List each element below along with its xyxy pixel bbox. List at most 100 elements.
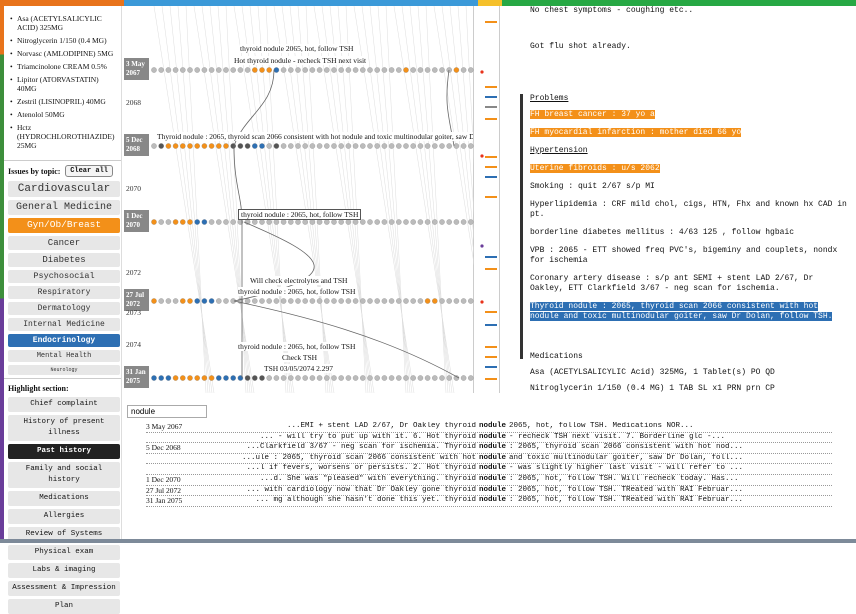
visit-issue-dot [424,375,431,381]
medication-item[interactable]: Atenolol 50MG [10,110,117,119]
visit-issue-dot [453,298,460,304]
section-button[interactable]: Past history [8,444,120,459]
visit-issue-dot [345,298,352,304]
visit-issue-dot [194,375,200,381]
topic-button[interactable]: Cancer [8,235,120,250]
visit-issue-dot [266,298,272,304]
search-input[interactable] [127,405,207,418]
kwic-keyword: nodule [479,496,507,505]
topic-button[interactable]: Internal Medicine [8,318,120,331]
section-list: Chief complaint History of present illnes… [4,397,121,614]
visit-issue-dot [288,67,294,73]
visit-issue-dot [460,219,467,225]
section-button[interactable]: Labs & imaging [8,563,120,578]
topic-button[interactable]: Neurology [8,365,120,375]
timeline-note[interactable]: thyroid nodule : 2065, hot, follow TSH [238,342,356,351]
kwic-row[interactable]: 5 Dec 2068 ...Clarkfield 3/67 - neg scan … [146,443,832,454]
medication-item[interactable]: Hctz (HYDROCHLOROTHIAZIDE) 25MG [10,123,117,150]
visit-issue-dot [417,219,424,225]
highlight-heading: Highlight section: [4,378,121,397]
visit-issue-dot [201,219,208,225]
visit-issue-dot [446,298,452,304]
visit-issue-dot [266,67,272,73]
visit-issue-dot [410,67,416,73]
medication-item[interactable]: Nitroglycerin 1/150 (0.4 MG) [10,36,117,45]
problem-item-highlighted[interactable]: Thyroid nodule : 2065, thyroid scan 2066… [530,302,833,321]
visit-issue-dot [223,67,229,73]
minimap-marker [485,176,497,178]
visit-issue-dot [201,67,208,73]
timeline-panel[interactable]: 3 May 2067 5 Dec 2068 1 Dec 2070 27 Jul 2072… [124,6,474,393]
topic-button[interactable]: Psychosocial [8,269,120,283]
kwic-row[interactable]: 27 Jul 2072 ... with cardiology now that … [146,486,832,497]
visit-date-tab[interactable]: 1 Dec 2070 [124,210,149,232]
topic-button[interactable]: Cardiovascular [8,181,120,197]
section-button[interactable]: Chief complaint [8,397,120,412]
medication-item[interactable]: Norvasc (AMLODIPINE) 5MG [10,49,117,58]
visit-issue-dot [446,143,452,149]
note-document[interactable]: No chest symptoms - coughing etc.. Got f… [502,6,856,393]
kwic-row[interactable]: 31 Jan 2075 ... mg although she hasn't do… [146,496,832,507]
section-button[interactable]: Assessment & Impression [8,581,120,596]
kwic-row[interactable]: ... - will try to put up with it. 6. Hot… [146,433,832,444]
topic-button[interactable]: Mental Health [8,350,120,362]
document-minimap[interactable] [477,6,500,393]
visit-issue-dot [374,143,380,149]
visit-issue-dot [273,375,280,381]
topic-button[interactable]: Gyn/Ob/Breast [8,218,120,233]
topic-button[interactable]: Endocrinology [8,334,120,347]
medication-item[interactable]: Lipitor (ATORVASTATIN) 40MG [10,75,117,93]
visit-issue-dot [432,298,438,304]
kwic-row[interactable]: ...l if fevers, worsens or persists. 2. … [146,464,832,475]
visit-issue-dot [244,67,251,73]
timeline-note[interactable]: thyroid nodule : 2065, hot, follow TSH [238,287,356,296]
timeline-note[interactable]: TSH 03/05/2074 2.297 [264,364,333,373]
problem-item-highlighted[interactable]: FH breast cancer : 37 yo a [530,110,655,119]
timeline-note[interactable]: Will check electrolytes and TSH [250,276,348,285]
kwic-date: 27 Jul 2072 [146,485,182,495]
visit-issue-dot [324,375,330,381]
visit-date-tab[interactable]: 31 Jan 2075 [124,366,149,388]
visit-date-tab[interactable]: 3 May 2067 [124,58,149,80]
kwic-row[interactable]: ...ule : 2065, thyroid scan 2066 consist… [146,454,832,465]
timeline-note[interactable]: Thyroid nodule : 2065, thyroid scan 2066… [157,132,473,141]
visit-issue-dot [468,375,474,381]
section-button[interactable]: Medications [8,491,120,506]
visit-issue-dot [352,67,359,73]
section-button[interactable]: History of present illness [8,415,120,441]
section-button[interactable]: Family and social history [8,462,120,488]
section-button[interactable]: Allergies [8,509,120,524]
visit-issue-dot [403,219,409,225]
kwic-keyword: nodule [479,422,507,430]
minimap-marker [485,196,497,198]
visit-issue-dot [352,298,359,304]
visit-issue-dot [432,67,438,73]
medication-item[interactable]: Asa (ACETYLSALICYLIC ACID) 325MG [10,14,117,32]
topic-button[interactable]: Respiratory [8,286,120,299]
topic-button[interactable]: Dermatology [8,302,120,315]
problem-item-highlighted[interactable]: FH myocardial infarction : mother died 6… [530,128,742,137]
kwic-keyword: nodule [479,443,507,452]
problem-item-highlighted[interactable]: Uterine fibroids : u/s 2062 [530,164,660,173]
kwic-row[interactable]: 1 Dec 2070 ...d. She was "pleased" with e… [146,475,832,486]
kwic-row[interactable]: 3 May 2067 ...EMI + stent LAD 2/67, Dr Oa… [146,422,832,433]
medication-item[interactable]: Triamcinolone CREAM 0.5% [10,62,117,71]
kwic-left-context: ...d. She was "pleased" with everything.… [259,474,476,483]
visit-date-tab[interactable]: 5 Dec 2068 [124,134,149,156]
visit-issue-dot [201,298,208,304]
timeline-note[interactable]: Check TSH [282,353,318,362]
timeline-note[interactable]: thyroid nodule : 2065, hot, follow TSH [238,209,362,220]
visit-issue-dot [273,298,280,304]
visit-issue-dot [403,67,409,73]
topic-button[interactable]: General Medicine [8,200,120,215]
section-button[interactable]: Plan [8,599,120,614]
medication-item[interactable]: Zestril (LISINOPRIL) 40MG [10,97,117,106]
timeline-note[interactable]: thyroid nodule 2065, hot, follow TSH [240,44,354,53]
timeline-note[interactable]: Hot thyroid nodule - recheck TSH next vi… [234,56,367,65]
topic-button[interactable]: Diabetes [8,252,120,267]
problem-item: Smoking : quit 2/67 s/p MI [530,182,655,191]
section-button[interactable]: Physical exam [8,545,120,560]
issues-heading: Issues by topic: [8,166,61,176]
visit-issue-dot [410,298,416,304]
clear-all-button[interactable]: Clear all [65,165,113,177]
